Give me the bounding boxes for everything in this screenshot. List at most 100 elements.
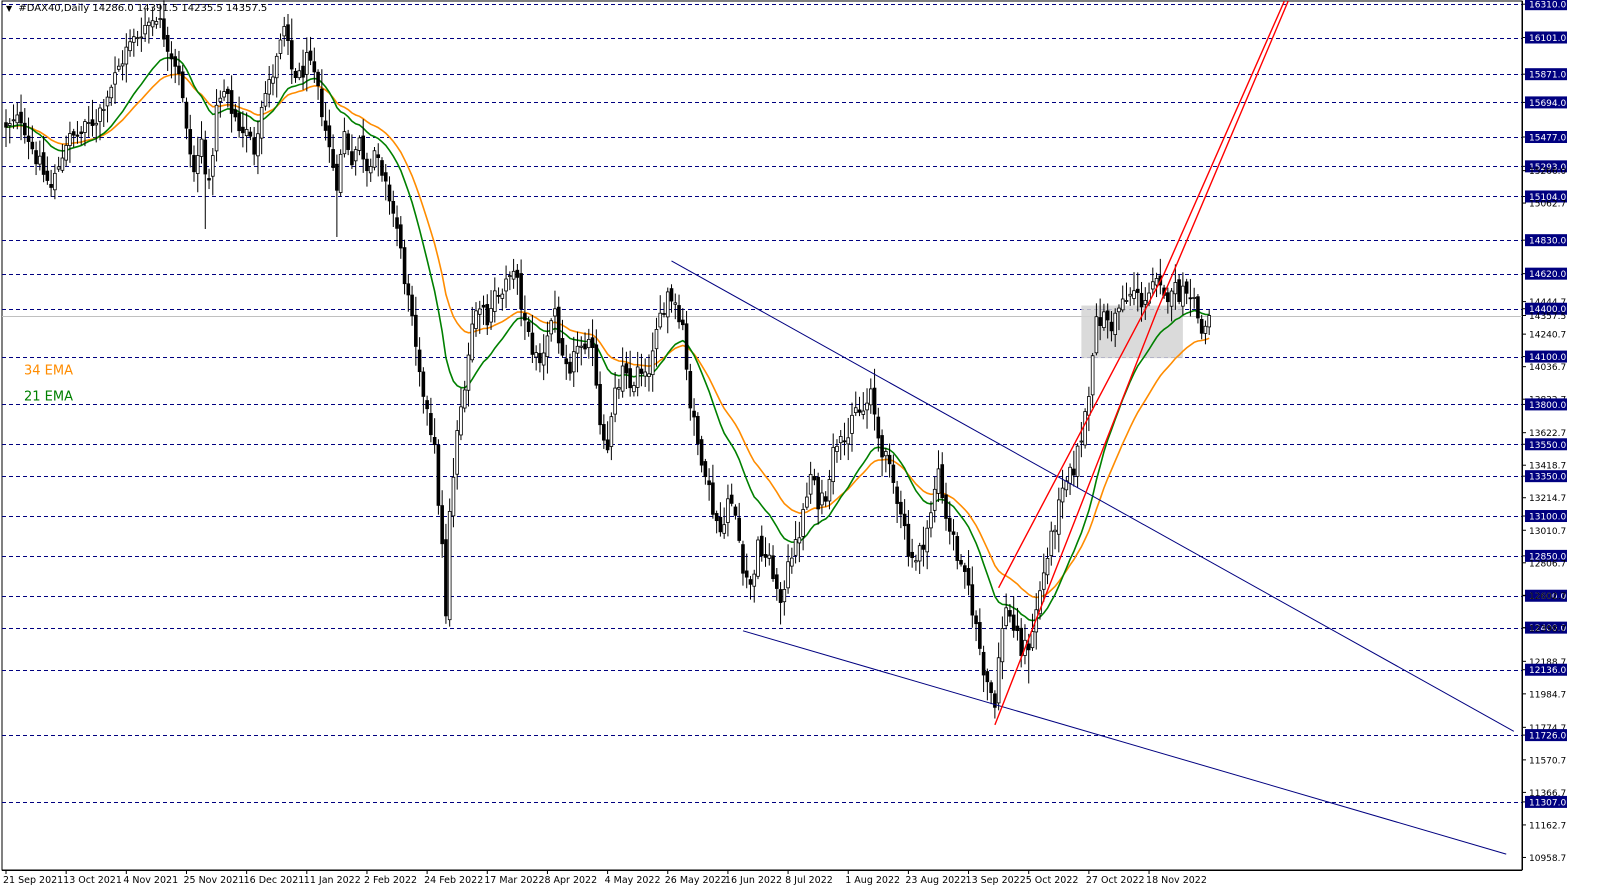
candle-body (49, 183, 53, 188)
candle-body (1188, 297, 1193, 300)
price-tick-label: 12602.7 (1529, 592, 1566, 602)
candle-body (1151, 281, 1155, 290)
candle-body (970, 584, 975, 616)
candle-body (598, 384, 602, 426)
candle-body (113, 72, 117, 85)
price-tick-label: 15062.7 (1529, 200, 1566, 210)
candle-body (1184, 281, 1189, 294)
candle-body (1053, 529, 1057, 533)
candle-body (470, 323, 475, 361)
price-tick-label: 13010.7 (1529, 527, 1566, 537)
candle-body (199, 138, 204, 157)
candle-body (831, 447, 835, 483)
date-tick-label: 4 May 2022 (605, 875, 661, 886)
candle-body (26, 135, 31, 142)
candle-body (162, 18, 166, 40)
candle-body (173, 56, 178, 67)
candle-body (1083, 411, 1087, 446)
candle-body (188, 129, 193, 155)
chart-canvas[interactable]: 16310.016101.015871.015694.015477.015293… (0, 0, 1618, 888)
candle-body (545, 335, 550, 358)
candle-body (775, 574, 779, 589)
candle-body (654, 329, 659, 350)
price-chart[interactable]: 16310.0 16101.0 15871.0 15694.0 15477.0 15293… (0, 0, 1618, 888)
candle-body (64, 145, 68, 161)
candle-body (421, 371, 426, 397)
candle-body (447, 511, 452, 621)
candle-body (459, 406, 463, 436)
candle-body (575, 345, 580, 354)
candle-body (312, 61, 317, 73)
candle-body (617, 387, 621, 390)
candle-body (876, 416, 881, 439)
candle-body (752, 573, 757, 587)
candle-body (996, 657, 1001, 704)
candle-body (658, 312, 663, 328)
candle-body (372, 150, 377, 168)
candle-body (703, 461, 708, 478)
candle-body (53, 172, 57, 191)
candle-body (793, 539, 798, 556)
candle-body (1008, 610, 1012, 617)
date-tick-label: 25 Nov 2021 (183, 875, 244, 886)
candle-body (1132, 290, 1136, 299)
candle-body (395, 217, 399, 229)
candle-body (282, 26, 287, 37)
date-tick-label: 4 Nov 2021 (123, 875, 178, 886)
candle-body (444, 539, 448, 617)
candle-body (353, 149, 358, 162)
date-tick-label: 26 May 2022 (665, 875, 727, 886)
candle-body (1011, 614, 1016, 631)
price-tick-label: 13622.7 (1529, 429, 1566, 439)
date-tick-label: 16 Jun 2022 (725, 875, 782, 886)
price-tick-label: 11162.7 (1529, 821, 1566, 831)
candle-body (624, 363, 629, 374)
candle-body (628, 368, 632, 389)
candle-body (19, 111, 23, 124)
candle-body (462, 389, 467, 409)
candle-body (677, 305, 681, 323)
candle-body (771, 555, 775, 580)
candle-body (605, 439, 610, 451)
candle-body (1117, 307, 1121, 313)
candle-body (763, 554, 768, 558)
candle-body (429, 413, 433, 436)
candle-body (699, 439, 704, 466)
candle-body (534, 352, 538, 358)
candle-body (786, 561, 790, 589)
candle-body (620, 365, 625, 392)
price-tick-label: 14830.0 (1529, 237, 1566, 247)
candle-body (632, 385, 636, 393)
candle-body (1072, 468, 1076, 476)
candle-body (963, 565, 967, 572)
candle-body (79, 131, 84, 134)
date-tick-label: 2 Feb 2022 (364, 875, 417, 886)
candle-body (1090, 355, 1095, 396)
candle-body (553, 308, 557, 317)
chevron-down-icon[interactable]: ▼ (6, 4, 12, 13)
candle-body (869, 388, 873, 406)
candle-body (368, 166, 373, 174)
candle-body (410, 294, 414, 317)
candle-body (128, 41, 132, 52)
date-tick-label: 8 Jul 2022 (785, 875, 833, 886)
candle-body (681, 319, 685, 326)
candle-body (492, 290, 497, 312)
candle-body (508, 275, 512, 278)
candle-body (1057, 499, 1061, 535)
date-tick-label: 1 Aug 2022 (845, 875, 900, 886)
candle-body (297, 70, 302, 79)
candle-body (214, 104, 219, 152)
candle-body (383, 172, 388, 182)
candle-body (301, 65, 305, 78)
candle-body (932, 488, 937, 511)
candle-body (440, 505, 444, 545)
candle-body (857, 409, 862, 413)
candle-body (530, 332, 535, 355)
candle-body (436, 444, 441, 506)
candle-body (60, 157, 65, 171)
candle-body (327, 125, 332, 148)
ohlc-readout: 14286.0 14391.5 14235.5 14357.5 (92, 3, 268, 14)
candle-body (41, 152, 46, 175)
candle-body (259, 107, 264, 139)
